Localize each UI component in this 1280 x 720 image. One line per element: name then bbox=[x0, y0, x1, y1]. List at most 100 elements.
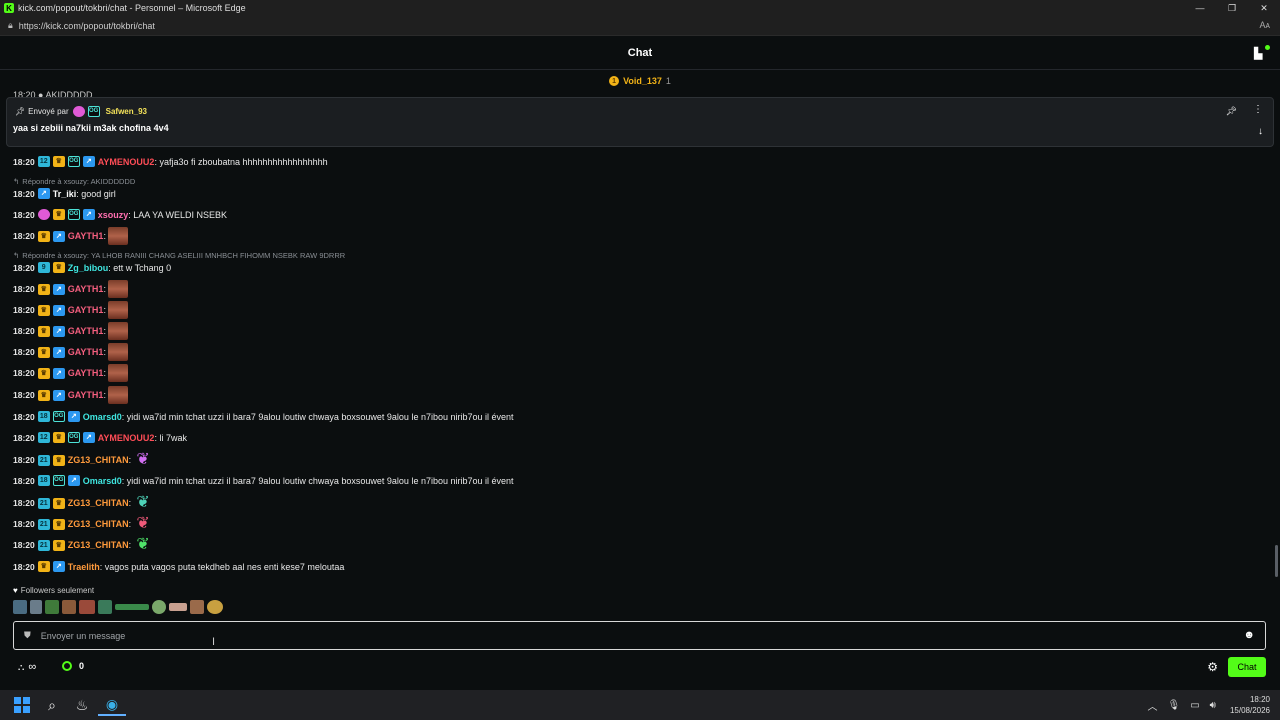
emote-7-icon[interactable] bbox=[115, 604, 149, 610]
verified-badge-icon: ↗ bbox=[52, 283, 65, 295]
top-gifter[interactable]: 1 Void_137 1 bbox=[0, 72, 1280, 90]
subscriber-badge-icon: 9 bbox=[37, 262, 50, 273]
subscriber-badge-icon: 18 bbox=[37, 411, 50, 422]
volume-icon[interactable]: 🔊︎ bbox=[1210, 700, 1216, 711]
emoji-picker-icon[interactable]: ☻ bbox=[1243, 629, 1255, 641]
emote-10-icon[interactable] bbox=[190, 600, 204, 614]
start-button[interactable] bbox=[8, 694, 36, 716]
chat-text: : ett w Tchang 0 bbox=[108, 262, 172, 273]
emote-1-icon[interactable] bbox=[13, 600, 27, 614]
chat-username[interactable]: ZG13_CHITAN bbox=[68, 540, 129, 550]
chat-username[interactable]: GAYTH1 bbox=[68, 305, 104, 315]
read-aloud-icon[interactable]: Aᴀ bbox=[1260, 20, 1270, 30]
emote-4-icon[interactable] bbox=[62, 600, 76, 614]
online-dot bbox=[1265, 45, 1270, 50]
system-clock[interactable]: 18:20 15/08/2026 bbox=[1230, 694, 1270, 716]
verified-badge-icon: ↗ bbox=[52, 346, 65, 358]
chat-username[interactable]: AYMENOUU2 bbox=[98, 433, 155, 443]
emote-9-icon[interactable] bbox=[169, 603, 187, 611]
pinned-username[interactable]: Safwen_93 bbox=[106, 107, 147, 116]
steam-icon[interactable]: ♨ bbox=[68, 694, 96, 716]
chat-username[interactable]: ZG13_CHITAN bbox=[68, 519, 129, 529]
chat-username[interactable]: Zg_bibou bbox=[68, 263, 109, 273]
face-emote-icon[interactable] bbox=[107, 301, 128, 319]
chat-username[interactable]: ZG13_CHITAN bbox=[68, 455, 129, 465]
chat-message: 18:20 ♛ ↗ Traelith : vagos puta vagos pu… bbox=[13, 561, 344, 572]
chat-title: Chat bbox=[627, 47, 653, 59]
timestamp: 18:20 bbox=[13, 188, 35, 199]
channel-points[interactable]: 0 bbox=[62, 661, 84, 671]
lock-icon[interactable]: 🔒︎ bbox=[8, 20, 13, 31]
teal-butterfly-emote-icon[interactable]: ❦ bbox=[133, 494, 153, 512]
message-input-box[interactable]: ⛊ ☻ bbox=[13, 621, 1266, 650]
green-butterfly-emote-icon[interactable]: ❦ bbox=[133, 536, 153, 554]
subscriber-badge-icon: 21 bbox=[37, 518, 50, 530]
quick-emote-bar bbox=[13, 600, 226, 614]
infinity-value: ∞ bbox=[28, 661, 37, 673]
chat-scrollbar[interactable] bbox=[1275, 545, 1278, 577]
red-butterfly-emote-icon[interactable]: ❦ bbox=[133, 515, 153, 533]
og-badge-icon: OG bbox=[67, 432, 80, 443]
emote-2-icon[interactable] bbox=[30, 600, 42, 614]
gear-icon[interactable]: ⚙ bbox=[1207, 660, 1218, 674]
send-chat-button[interactable]: Chat bbox=[1228, 657, 1266, 677]
users-icon[interactable]: ▙ bbox=[1254, 45, 1270, 61]
chat-message: 18:20 ♛ OG ↗ xsouzy : LAA YA WELDI NSEBK bbox=[13, 209, 227, 220]
chat-username[interactable]: GAYTH1 bbox=[68, 368, 104, 378]
face-emote-icon[interactable] bbox=[107, 227, 128, 245]
emote-6-icon[interactable] bbox=[98, 600, 112, 614]
crown-badge-icon: ♛ bbox=[37, 230, 50, 242]
expand-arrow-icon[interactable]: ↓ bbox=[1258, 126, 1263, 137]
crown-badge-icon: ♛ bbox=[37, 325, 50, 337]
close-icon[interactable]: ✕ bbox=[1248, 0, 1280, 16]
chat-messages[interactable]: 18:20 12 ♛ OG ↗ AYMENOUU2 : yafja3o fi z… bbox=[0, 152, 1270, 577]
chat-username[interactable]: Traelith bbox=[68, 562, 100, 572]
edge-icon[interactable]: ◉ bbox=[98, 694, 126, 716]
tray-expand-icon[interactable]: ︿ bbox=[1147, 698, 1157, 713]
crown-badge-icon: ♛ bbox=[37, 283, 50, 295]
emote-3-icon[interactable] bbox=[45, 600, 59, 614]
chat-text: : yidi wa7id min tchat uzzi il bara7 9al… bbox=[121, 475, 514, 486]
chat-username[interactable]: GAYTH1 bbox=[68, 284, 104, 294]
url-text[interactable]: https://kick.com/popout/tokbri/chat bbox=[19, 21, 155, 31]
chat-message: 18:20 21 ♛ ZG13_CHITAN : ❦ bbox=[13, 494, 153, 512]
chat-username[interactable]: xsouzy bbox=[98, 210, 129, 220]
restore-icon[interactable]: ❐ bbox=[1216, 0, 1248, 16]
unpin-icon[interactable]: 📌︎ bbox=[1226, 106, 1237, 117]
chat-username[interactable]: GAYTH1 bbox=[68, 231, 104, 241]
emote-8-icon[interactable] bbox=[152, 600, 166, 614]
crown-badge-icon: ♛ bbox=[52, 209, 65, 220]
emote-5-icon[interactable] bbox=[79, 600, 95, 614]
face-emote-icon[interactable] bbox=[107, 386, 128, 404]
chat-username[interactable]: Omarsd0 bbox=[83, 412, 122, 422]
chat-username[interactable]: AYMENOUU2 bbox=[98, 157, 155, 167]
search-icon[interactable]: ⌕ bbox=[38, 694, 66, 716]
pinned-prefix: Envoyé par bbox=[28, 107, 69, 116]
face-emote-icon[interactable] bbox=[107, 280, 128, 298]
emote-11-icon[interactable] bbox=[207, 600, 223, 614]
chat-username[interactable]: GAYTH1 bbox=[68, 347, 104, 357]
chat-username[interactable]: GAYTH1 bbox=[68, 326, 104, 336]
network-icon[interactable]: ▭ bbox=[1190, 700, 1199, 711]
shield-icon[interactable]: ⛊ bbox=[24, 630, 31, 641]
infinity-indicator[interactable]: ⛬ ∞ bbox=[18, 661, 36, 673]
window-title: kick.com/popout/tokbri/chat - Personnel … bbox=[18, 3, 246, 13]
minimize-icon[interactable]: — bbox=[1184, 0, 1216, 16]
face-emote-icon[interactable] bbox=[107, 364, 128, 382]
microphone-icon[interactable]: 🎙︎ bbox=[1167, 700, 1180, 711]
chat-username[interactable]: Omarsd0 bbox=[83, 476, 122, 486]
pink-butterfly-emote-icon[interactable]: ❦ bbox=[133, 451, 153, 469]
face-emote-icon[interactable] bbox=[107, 322, 128, 340]
reply-context[interactable]: ↰ Répondre à xsouzy: YA LHOB RANIII CHAN… bbox=[13, 251, 345, 260]
reply-context[interactable]: ↰ Répondre à xsouzy: AKIDDDDDD bbox=[13, 177, 135, 186]
verified-badge-icon: ↗ bbox=[52, 389, 65, 401]
chat-username[interactable]: Tr_iki bbox=[53, 189, 77, 199]
crown-badge-icon: ♛ bbox=[37, 367, 50, 379]
chat-text: : bbox=[103, 231, 106, 241]
chat-username[interactable]: ZG13_CHITAN bbox=[68, 498, 129, 508]
more-options-icon[interactable]: ⋮ bbox=[1253, 104, 1263, 115]
chat-text: : yafja3o fi zboubatna hhhhhhhhhhhhhhhhh bbox=[154, 156, 328, 167]
chat-message: 18:20 ♛ ↗ GAYTH1 : bbox=[13, 301, 128, 319]
face-emote-icon[interactable] bbox=[107, 343, 128, 361]
chat-username[interactable]: GAYTH1 bbox=[68, 390, 104, 400]
